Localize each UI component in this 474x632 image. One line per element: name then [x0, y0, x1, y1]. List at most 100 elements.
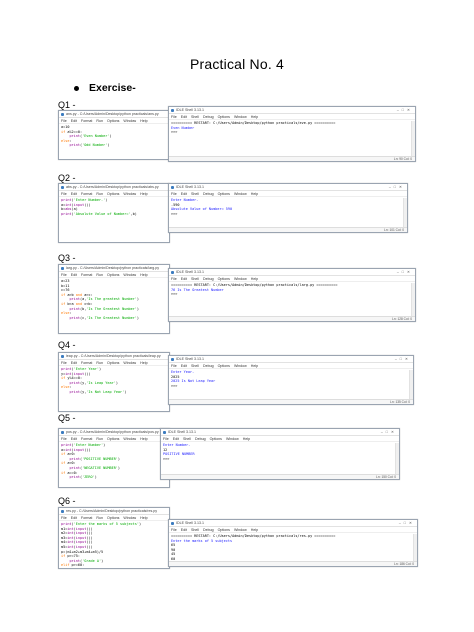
- menu-item-window[interactable]: Window: [123, 516, 136, 520]
- menu-item-help[interactable]: Help: [140, 361, 147, 365]
- menu-item-help[interactable]: Help: [140, 119, 147, 123]
- window-controls-icon[interactable]: –□✕: [399, 520, 415, 526]
- menu-item-help[interactable]: Help: [251, 192, 258, 196]
- vertical-scrollbar[interactable]: [395, 443, 399, 474]
- menu-item-window[interactable]: Window: [234, 115, 247, 119]
- editor-code[interactable]: print('Enter Year') y=int(input()) if y%4=…: [59, 366, 169, 396]
- menu-item-help[interactable]: Help: [251, 364, 258, 368]
- menu-item-shell[interactable]: Shell: [191, 528, 199, 532]
- vertical-scrollbar[interactable]: [403, 198, 407, 227]
- menu-item-help[interactable]: Help: [251, 528, 258, 532]
- window-controls-icon[interactable]: –□✕: [397, 269, 413, 275]
- menu-item-debug[interactable]: Debug: [203, 364, 214, 368]
- menu-item-window[interactable]: Window: [123, 361, 136, 365]
- menu-item-edit[interactable]: Edit: [71, 516, 77, 520]
- menu-item-shell[interactable]: Shell: [191, 277, 199, 281]
- menu-item-edit[interactable]: Edit: [71, 273, 77, 277]
- window-controls-icon[interactable]: –□✕: [381, 429, 397, 435]
- menu-item-debug[interactable]: Debug: [203, 192, 214, 196]
- shell-output[interactable]: Enter Number- -590 Absolute Value of Numbe…: [169, 197, 407, 217]
- menu-item-help[interactable]: Help: [140, 516, 147, 520]
- menu-item-shell[interactable]: Shell: [191, 115, 199, 119]
- menu-item-options[interactable]: Options: [107, 273, 119, 277]
- menu-item-window[interactable]: Window: [234, 192, 247, 196]
- menu-item-window[interactable]: Window: [234, 528, 247, 532]
- menu-item-shell[interactable]: Shell: [191, 192, 199, 196]
- menu-item-format[interactable]: Format: [81, 437, 92, 441]
- menu-item-window[interactable]: Window: [234, 364, 247, 368]
- menu-item-run[interactable]: Run: [96, 192, 103, 196]
- menu-item-file[interactable]: File: [163, 437, 169, 441]
- menu-item-help[interactable]: Help: [251, 115, 258, 119]
- menu-item-shell[interactable]: Shell: [191, 364, 199, 368]
- shell-output[interactable]: Enter Number- 12 POSITIVE NUMBER >>>: [161, 442, 399, 462]
- shell-output[interactable]: Enter Year- 2025 2025 Is Not Leap Year >>>: [169, 369, 413, 389]
- editor-code[interactable]: a=23 b=11 c=76 if a>b and a>c: print(a,'Is …: [59, 278, 169, 321]
- menu-item-run[interactable]: Run: [96, 437, 103, 441]
- menu-item-options[interactable]: Options: [107, 516, 119, 520]
- menu-item-run[interactable]: Run: [96, 516, 103, 520]
- menu-item-options[interactable]: Options: [218, 115, 230, 119]
- editor-code[interactable]: print('Enter Number') a=int(input()) if a>…: [59, 442, 169, 481]
- menu-item-file[interactable]: File: [171, 364, 177, 368]
- menu-item-help[interactable]: Help: [251, 277, 258, 281]
- menu-item-file[interactable]: File: [61, 119, 67, 123]
- menu-item-format[interactable]: Format: [81, 273, 92, 277]
- menu-item-options[interactable]: Options: [218, 364, 230, 368]
- menu-item-edit[interactable]: Edit: [71, 119, 77, 123]
- menu-item-file[interactable]: File: [171, 115, 177, 119]
- vertical-scrollbar[interactable]: [411, 283, 415, 316]
- menu-item-help[interactable]: Help: [140, 192, 147, 196]
- vertical-scrollbar[interactable]: [411, 121, 415, 156]
- menu-item-run[interactable]: Run: [96, 273, 103, 277]
- menu-item-file[interactable]: File: [171, 277, 177, 281]
- menu-item-file[interactable]: File: [61, 516, 67, 520]
- menu-item-file[interactable]: File: [171, 528, 177, 532]
- menu-item-edit[interactable]: Edit: [181, 364, 187, 368]
- menu-item-file[interactable]: File: [61, 273, 67, 277]
- menu-item-edit[interactable]: Edit: [71, 361, 77, 365]
- window-controls-icon[interactable]: –□✕: [389, 184, 405, 190]
- editor-code[interactable]: a=10 if a%2==0: print('Even Number') else:…: [59, 124, 169, 149]
- menu-item-window[interactable]: Window: [226, 437, 239, 441]
- menu-item-debug[interactable]: Debug: [203, 115, 214, 119]
- menu-item-options[interactable]: Options: [107, 437, 119, 441]
- menu-item-window[interactable]: Window: [123, 437, 136, 441]
- menu-item-options[interactable]: Options: [107, 119, 119, 123]
- menu-item-edit[interactable]: Edit: [181, 115, 187, 119]
- menu-item-edit[interactable]: Edit: [181, 192, 187, 196]
- menu-item-help[interactable]: Help: [140, 273, 147, 277]
- menu-item-debug[interactable]: Debug: [203, 277, 214, 281]
- menu-item-format[interactable]: Format: [81, 516, 92, 520]
- menu-item-window[interactable]: Window: [234, 277, 247, 281]
- menu-item-edit[interactable]: Edit: [181, 528, 187, 532]
- menu-item-help[interactable]: Help: [243, 437, 250, 441]
- window-controls-icon[interactable]: –□✕: [397, 107, 413, 113]
- menu-item-window[interactable]: Window: [123, 273, 136, 277]
- window-controls-icon[interactable]: –□✕: [395, 356, 411, 362]
- menu-item-edit[interactable]: Edit: [181, 277, 187, 281]
- menu-item-options[interactable]: Options: [107, 361, 119, 365]
- vertical-scrollbar[interactable]: [413, 534, 417, 561]
- menu-item-options[interactable]: Options: [218, 277, 230, 281]
- menu-item-file[interactable]: File: [61, 437, 67, 441]
- menu-item-format[interactable]: Format: [81, 192, 92, 196]
- menu-item-run[interactable]: Run: [96, 119, 103, 123]
- menu-item-window[interactable]: Window: [123, 119, 136, 123]
- menu-item-options[interactable]: Options: [210, 437, 222, 441]
- editor-code[interactable]: print('Enter Number-') a=int(input()) b=ab…: [59, 197, 169, 217]
- menu-item-window[interactable]: Window: [123, 192, 136, 196]
- menu-item-edit[interactable]: Edit: [173, 437, 179, 441]
- menu-item-format[interactable]: Format: [81, 119, 92, 123]
- menu-item-format[interactable]: Format: [81, 361, 92, 365]
- menu-item-file[interactable]: File: [61, 361, 67, 365]
- menu-item-shell[interactable]: Shell: [183, 437, 191, 441]
- menu-item-debug[interactable]: Debug: [195, 437, 206, 441]
- menu-item-options[interactable]: Options: [218, 192, 230, 196]
- menu-item-file[interactable]: File: [61, 192, 67, 196]
- vertical-scrollbar[interactable]: [409, 370, 413, 399]
- menu-item-edit[interactable]: Edit: [71, 192, 77, 196]
- editor-code[interactable]: print('Enter the marks of 5 subjects') m1…: [59, 521, 169, 568]
- menu-item-run[interactable]: Run: [96, 361, 103, 365]
- shell-output[interactable]: ========== RESTART: C:/Users/Admin/Deskt…: [169, 282, 415, 298]
